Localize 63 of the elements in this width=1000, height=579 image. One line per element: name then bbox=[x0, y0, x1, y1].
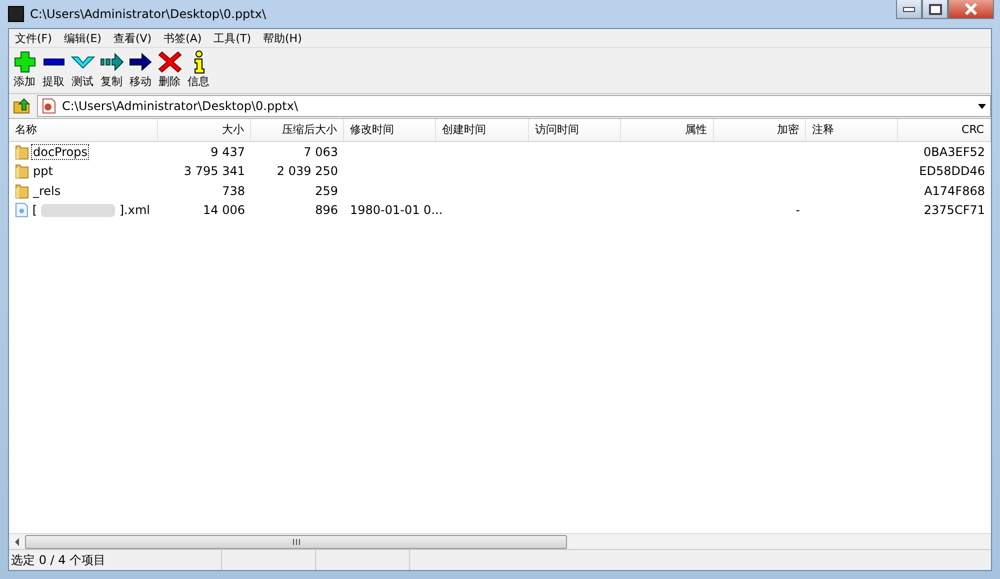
column-header[interactable]: 访问时间 bbox=[529, 119, 621, 141]
extract-button[interactable]: 提取 bbox=[39, 50, 68, 91]
maximize-button[interactable] bbox=[922, 0, 948, 19]
column-header[interactable]: 创建时间 bbox=[436, 119, 529, 141]
column-header[interactable]: 压缩后大小 bbox=[251, 119, 344, 141]
table-cell: 3 795 341 bbox=[184, 164, 245, 178]
address-field[interactable]: C:\Users\Administrator\Desktop\0.pptx\ bbox=[37, 95, 991, 117]
menu-item[interactable]: 书签(A) bbox=[158, 30, 208, 46]
add-button[interactable]: 添加 bbox=[10, 50, 39, 91]
table-cell: 0BA3EF52 bbox=[924, 144, 985, 159]
move-button[interactable]: 移动 bbox=[126, 50, 155, 91]
menu-item[interactable]: 帮助(H) bbox=[257, 30, 308, 46]
file-name[interactable]: ppt bbox=[31, 163, 55, 180]
column-header[interactable]: 修改时间 bbox=[344, 119, 436, 141]
plus-icon bbox=[12, 50, 36, 74]
cross-icon bbox=[158, 50, 182, 74]
folder-icon bbox=[15, 163, 29, 180]
file-name[interactable]: [ bbox=[30, 202, 40, 218]
folder-icon bbox=[15, 144, 29, 160]
column-header[interactable]: 加密 bbox=[714, 119, 806, 141]
window-title: C:\Users\Administrator\Desktop\0.pptx\ bbox=[30, 7, 266, 21]
horizontal-scrollbar[interactable] bbox=[9, 533, 991, 549]
status-text: 选定 0 / 4 个项目 bbox=[10, 552, 107, 568]
table-cell: 259 bbox=[315, 184, 338, 198]
app-logo-icon bbox=[8, 6, 24, 22]
table-cell: 14 006 bbox=[203, 203, 245, 218]
table-cell: 896 bbox=[315, 203, 338, 218]
column-header[interactable]: 注释 bbox=[806, 119, 898, 141]
minimize-button[interactable] bbox=[896, 0, 922, 19]
delete-button[interactable]: 删除 bbox=[155, 50, 184, 91]
copy-button[interactable]: 复制 bbox=[97, 50, 126, 91]
info-button[interactable]: 信息 bbox=[184, 50, 213, 91]
scroll-left-icon[interactable] bbox=[15, 538, 19, 546]
folder-icon bbox=[15, 182, 29, 199]
powerpoint-file-icon bbox=[42, 98, 56, 114]
file-name[interactable]: docProps bbox=[31, 144, 90, 160]
right-arrow-icon bbox=[128, 50, 152, 74]
file-icon bbox=[15, 202, 28, 218]
column-header[interactable]: 名称 bbox=[9, 119, 158, 141]
menu-item[interactable]: 文件(F) bbox=[9, 30, 58, 46]
file-name[interactable]: ].xml bbox=[117, 202, 152, 218]
table-cell: 2 039 250 bbox=[276, 164, 338, 178]
minus-icon bbox=[42, 58, 66, 66]
table-cell: 7 063 bbox=[304, 144, 338, 159]
table-cell: 738 bbox=[222, 184, 245, 198]
table-cell: A174F868 bbox=[924, 184, 985, 198]
table-cell: ED58DD46 bbox=[919, 164, 985, 178]
file-name[interactable]: _rels bbox=[31, 182, 63, 199]
table-cell: 1980-01-01 0... bbox=[350, 203, 443, 218]
close-icon bbox=[964, 3, 978, 15]
close-button[interactable] bbox=[948, 0, 994, 19]
menu-item[interactable]: 工具(T) bbox=[208, 30, 257, 46]
table-cell: 9 437 bbox=[210, 144, 245, 159]
dashed-arrow-icon bbox=[100, 50, 124, 74]
dropdown-arrow-icon[interactable] bbox=[978, 104, 986, 108]
table-cell: - bbox=[796, 203, 800, 218]
column-header[interactable]: 大小 bbox=[158, 119, 251, 141]
column-header[interactable]: 属性 bbox=[621, 119, 714, 141]
column-header[interactable]: CRC bbox=[898, 119, 991, 141]
menu-item[interactable]: 查看(V) bbox=[107, 30, 158, 46]
test-button[interactable]: 测试 bbox=[68, 50, 97, 91]
table-cell: 2375CF71 bbox=[924, 203, 985, 218]
menu-item[interactable]: 编辑(E) bbox=[58, 30, 108, 46]
